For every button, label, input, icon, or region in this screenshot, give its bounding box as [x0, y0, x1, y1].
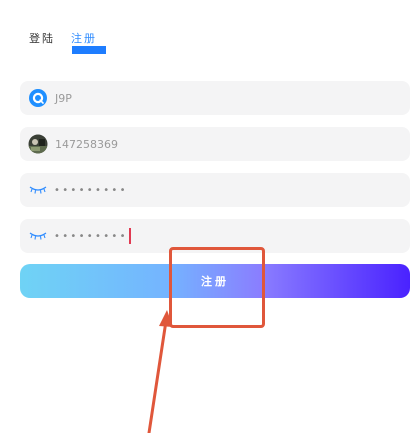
- closed-eye-icon[interactable]: [28, 226, 48, 246]
- app-logo-icon: [28, 88, 48, 108]
- confirm-password-field[interactable]: •••••••••: [20, 219, 410, 253]
- tab-register[interactable]: 注册: [71, 30, 97, 46]
- avatar-icon: [28, 134, 48, 154]
- register-screen: 登陆 注册 J9P 147258369 ••••••••• ••••••••• …: [0, 0, 413, 433]
- closed-eye-icon[interactable]: [28, 180, 48, 200]
- username-field[interactable]: J9P: [20, 81, 410, 115]
- username-value: J9P: [55, 91, 72, 105]
- register-button[interactable]: 注册: [20, 264, 410, 298]
- phone-value: 147258369: [55, 137, 118, 151]
- annotation-arrow: [147, 310, 173, 433]
- phone-field[interactable]: 147258369: [20, 127, 410, 161]
- text-cursor: [128, 228, 131, 244]
- active-tab-indicator: [72, 46, 106, 54]
- confirm-password-value: •••••••••: [54, 230, 128, 242]
- tab-login[interactable]: 登陆: [29, 30, 55, 46]
- password-field[interactable]: •••••••••: [20, 173, 410, 207]
- password-value: •••••••••: [54, 184, 128, 196]
- register-button-label: 注册: [201, 275, 229, 288]
